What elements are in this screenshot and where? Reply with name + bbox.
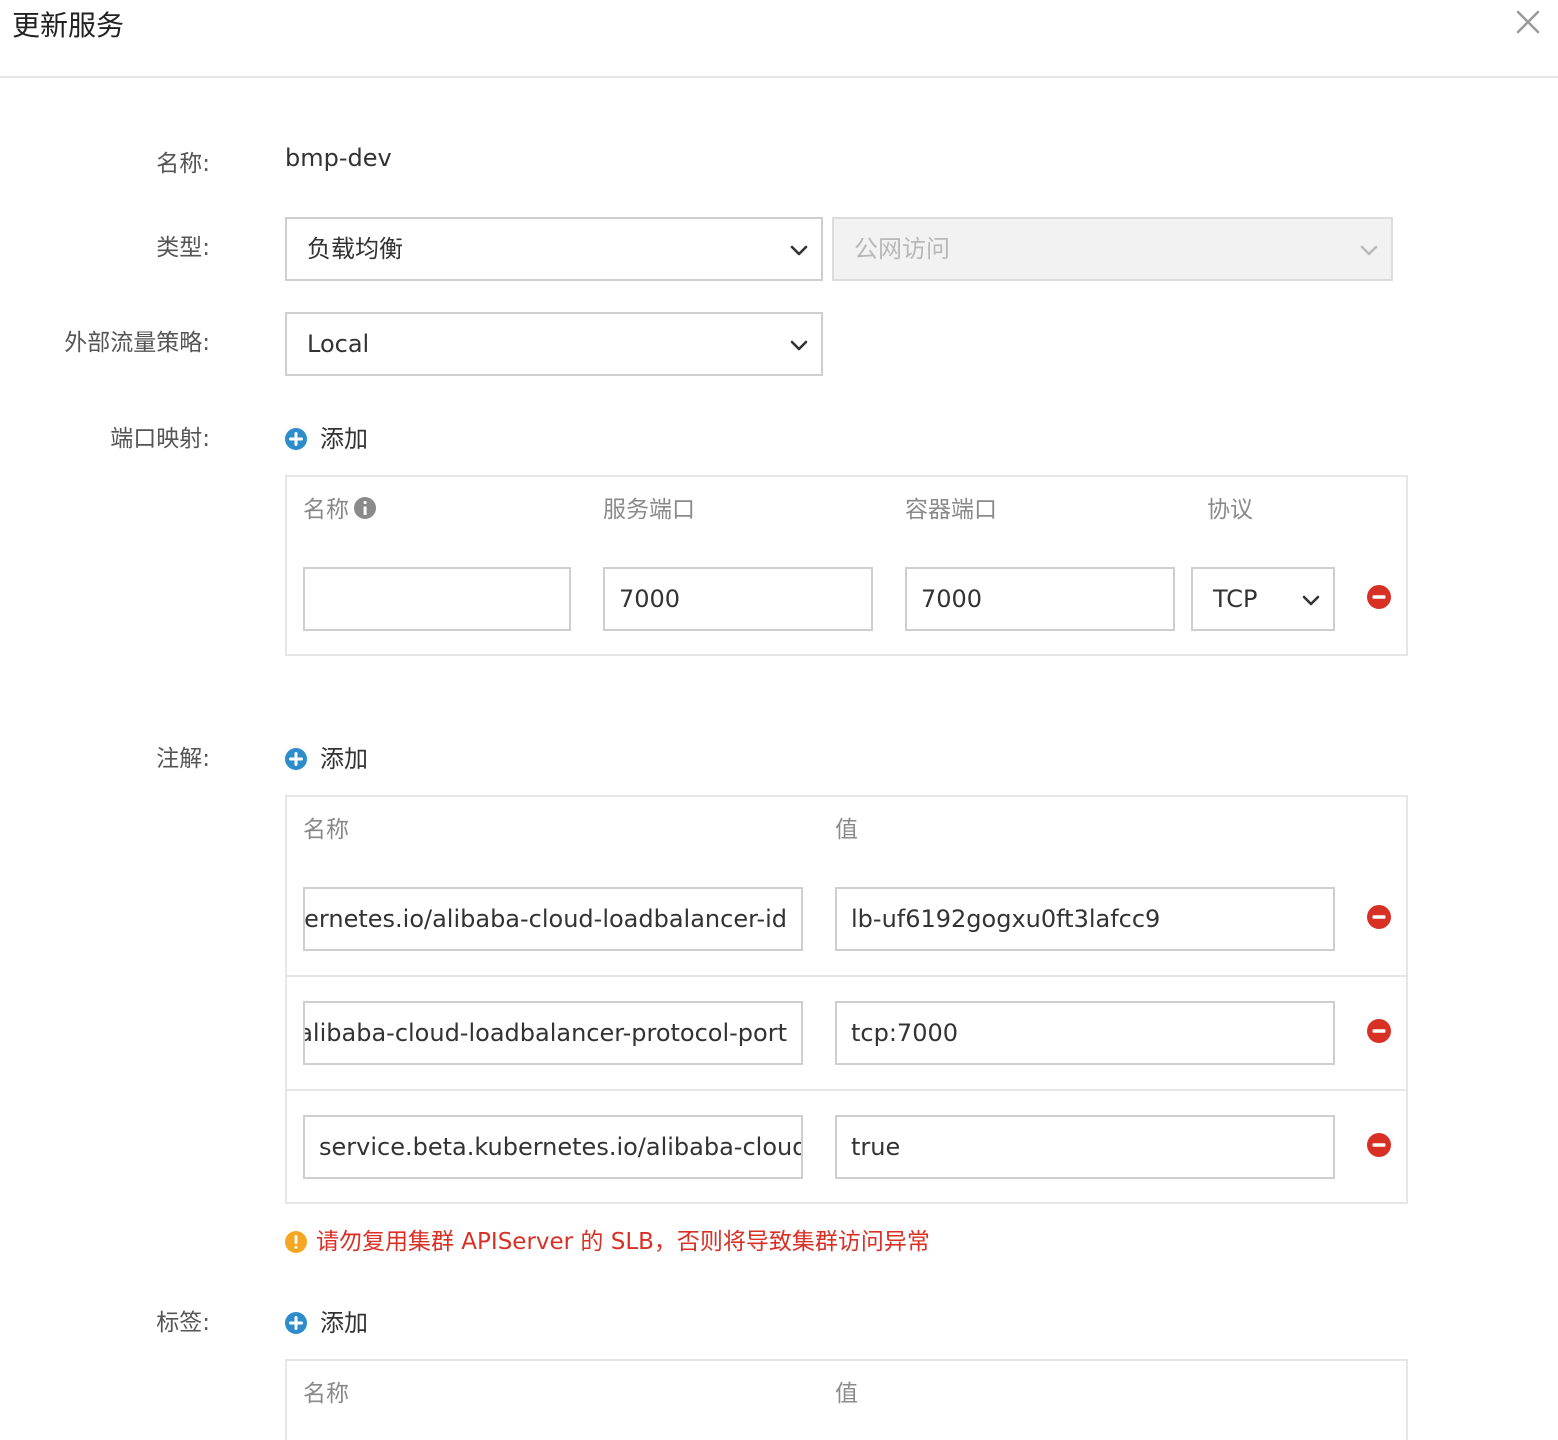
row-divider [287,975,1406,977]
policy-label: 外部流量策略: [64,330,210,356]
access-select-value: 公网访问 [854,235,950,263]
remove-port-button[interactable] [1366,584,1392,610]
column-header-name: 名称 [303,1381,349,1407]
column-header-name: 名称 [303,817,349,843]
service-port-input[interactable]: 7000 [603,567,873,631]
chevron-down-icon [1299,588,1323,612]
info-icon[interactable] [353,496,377,520]
column-header-name-text: 名称 [303,497,349,523]
warning-text: 请勿复用集群 APIServer 的 SLB，否则将导致集群访问异常 [316,1229,930,1255]
name-label: 名称: [156,151,210,177]
close-icon[interactable] [1510,4,1546,40]
column-header-service-port: 服务端口 [603,497,695,523]
annotations-label: 注解: [156,746,210,772]
annotation-value-input[interactable]: tcp:7000 [835,1001,1335,1065]
column-header-container-port: 容器端口 [905,497,997,523]
labels-label: 标签: [156,1310,210,1336]
protocol-select-value: TCP [1213,585,1258,613]
column-header-value: 值 [835,1381,858,1407]
add-label: 添加 [320,745,368,773]
chevron-down-icon [1357,238,1381,262]
port-mapping-label: 端口映射: [110,426,210,452]
plus-circle-icon [284,747,308,771]
remove-annotation-button[interactable] [1366,1132,1392,1158]
warning-icon [284,1230,308,1254]
chevron-down-icon [787,333,811,357]
type-label: 类型: [156,235,210,261]
container-port-input[interactable]: 7000 [905,567,1175,631]
chevron-down-icon [787,238,811,262]
access-select: 公网访问 [832,217,1393,281]
annotation-name-input[interactable]: service.beta.kubernetes.io/alibaba-cloud… [303,1001,803,1065]
annotation-name-text: service.beta.kubernetes.io/alibaba-cloud… [305,1019,787,1047]
annotation-name-input[interactable]: service.beta.kubernetes.io/alibaba-cloud… [303,887,803,951]
traffic-policy-value: Local [307,330,370,358]
column-header-value: 值 [835,817,858,843]
annotation-value-input[interactable]: lb-uf6192gogxu0ft3lafcc9 [835,887,1335,951]
plus-circle-icon [284,427,308,451]
row-divider [287,1089,1406,1091]
add-label: 添加 [320,1309,368,1337]
type-select[interactable]: 负载均衡 [285,217,823,281]
annotation-name-input[interactable]: service.beta.kubernetes.io/alibaba-cloud… [303,1115,803,1179]
traffic-policy-select[interactable]: Local [285,312,823,376]
plus-circle-icon [284,1311,308,1335]
labels-table: 名称 值 [285,1359,1408,1440]
port-name-input[interactable] [303,567,571,631]
dialog-header: 更新服务 [0,0,1558,78]
port-mapping-table: 名称 服务端口 容器端口 协议 7000 7000 TCP [285,475,1408,656]
add-label: 添加 [320,425,368,453]
protocol-select[interactable]: TCP [1191,567,1335,631]
annotation-name-text: service.beta.kubernetes.io/alibaba-cloud… [304,905,787,933]
annotations-table: 名称 值 service.beta.kubernetes.io/alibaba-… [285,795,1408,1204]
remove-annotation-button[interactable] [1366,1018,1392,1044]
service-name-value: bmp-dev [285,144,392,172]
type-select-value: 负载均衡 [307,235,403,263]
column-header-name: 名称 [303,494,377,526]
dialog-title: 更新服务 [12,9,125,42]
column-header-protocol: 协议 [1207,497,1253,523]
remove-annotation-button[interactable] [1366,904,1392,930]
annotation-value-input[interactable]: true [835,1115,1335,1179]
